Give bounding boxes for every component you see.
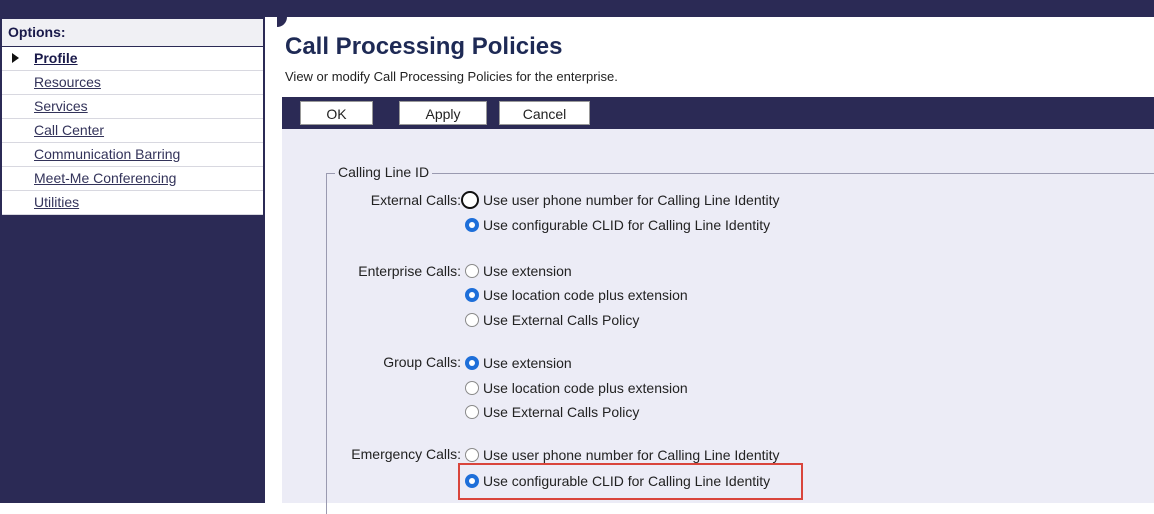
- radio-button[interactable]: [465, 474, 479, 488]
- page-description: View or modify Call Processing Policies …: [285, 69, 618, 84]
- emergency-calls-label: Emergency Calls:: [351, 446, 461, 462]
- apply-button[interactable]: Apply: [399, 101, 487, 125]
- sidebar-item-label[interactable]: Call Center: [34, 119, 104, 142]
- sidebar-item-communication-barring[interactable]: Communication Barring: [2, 143, 263, 167]
- radio-button[interactable]: [465, 313, 479, 327]
- enterprise-calls-label: Enterprise Calls:: [358, 263, 461, 279]
- enterprise-option-location-code[interactable]: Use location code plus extension: [465, 287, 688, 303]
- radio-button[interactable]: [461, 191, 479, 209]
- top-banner: [0, 0, 1154, 17]
- enterprise-option-extension[interactable]: Use extension: [465, 263, 572, 279]
- sidebar-item-meet-me-conferencing[interactable]: Meet-Me Conferencing: [2, 167, 263, 191]
- current-page-arrow-icon: [12, 53, 19, 63]
- sidebar-gutter: [265, 17, 277, 503]
- sidebar-item-utilities[interactable]: Utilities: [2, 191, 263, 215]
- radio-button[interactable]: [465, 356, 479, 370]
- option-label: Use extension: [483, 263, 572, 279]
- main-panel: Call Processing Policies View or modify …: [277, 17, 1154, 514]
- group-option-external-policy[interactable]: Use External Calls Policy: [465, 404, 639, 420]
- option-label: Use extension: [483, 355, 572, 371]
- external-option-user-number[interactable]: Use user phone number for Calling Line I…: [461, 191, 780, 209]
- sidebar-item-profile[interactable]: Profile: [2, 47, 263, 71]
- group-calls-label: Group Calls:: [383, 354, 461, 370]
- external-option-configurable-clid[interactable]: Use configurable CLID for Calling Line I…: [465, 217, 770, 233]
- radio-button[interactable]: [465, 381, 479, 395]
- page-title: Call Processing Policies: [285, 33, 563, 60]
- option-label: Use location code plus extension: [483, 380, 688, 396]
- panel-corner: [277, 17, 287, 27]
- toolbar: OK Apply Cancel: [282, 97, 1154, 129]
- sidebar: Options: Profile Resources Services Call…: [0, 17, 265, 503]
- option-label: Use External Calls Policy: [483, 404, 640, 420]
- group-option-location-code[interactable]: Use location code plus extension: [465, 380, 688, 396]
- option-label: Use user phone number for Calling Line I…: [483, 447, 780, 463]
- enterprise-option-external-policy[interactable]: Use External Calls Policy: [465, 312, 639, 328]
- option-label: Use configurable CLID for Calling Line I…: [483, 217, 771, 233]
- sidebar-item-label[interactable]: Profile: [34, 47, 78, 70]
- ok-button[interactable]: OK: [300, 101, 373, 125]
- sidebar-item-label[interactable]: Services: [34, 95, 88, 118]
- cancel-button[interactable]: Cancel: [499, 101, 590, 125]
- group-option-extension[interactable]: Use extension: [465, 355, 572, 371]
- sidebar-item-label[interactable]: Utilities: [34, 191, 79, 214]
- options-panel: Options: Profile Resources Services Call…: [2, 19, 263, 215]
- radio-button[interactable]: [465, 405, 479, 419]
- emergency-option-configurable-clid[interactable]: Use configurable CLID for Calling Line I…: [465, 473, 770, 489]
- option-label: Use configurable CLID for Calling Line I…: [483, 473, 771, 489]
- sidebar-item-services[interactable]: Services: [2, 95, 263, 119]
- sidebar-item-label[interactable]: Resources: [34, 71, 101, 94]
- sidebar-item-label[interactable]: Communication Barring: [34, 143, 180, 166]
- radio-button[interactable]: [465, 218, 479, 232]
- form-content: Calling Line ID External Calls: Use user…: [282, 129, 1154, 514]
- option-label: Use location code plus extension: [483, 287, 688, 303]
- radio-button[interactable]: [465, 448, 479, 462]
- sidebar-item-label[interactable]: Meet-Me Conferencing: [34, 167, 176, 190]
- sidebar-item-resources[interactable]: Resources: [2, 71, 263, 95]
- external-calls-label: External Calls:: [370, 192, 461, 208]
- emergency-option-user-number[interactable]: Use user phone number for Calling Line I…: [465, 447, 780, 463]
- options-title: Options:: [2, 19, 263, 47]
- option-label: Use External Calls Policy: [483, 312, 640, 328]
- radio-button[interactable]: [465, 288, 479, 302]
- sidebar-item-call-center[interactable]: Call Center: [2, 119, 263, 143]
- fieldset-legend: Calling Line ID: [335, 164, 433, 180]
- option-label: Use user phone number for Calling Line I…: [483, 192, 780, 208]
- radio-button[interactable]: [465, 264, 479, 278]
